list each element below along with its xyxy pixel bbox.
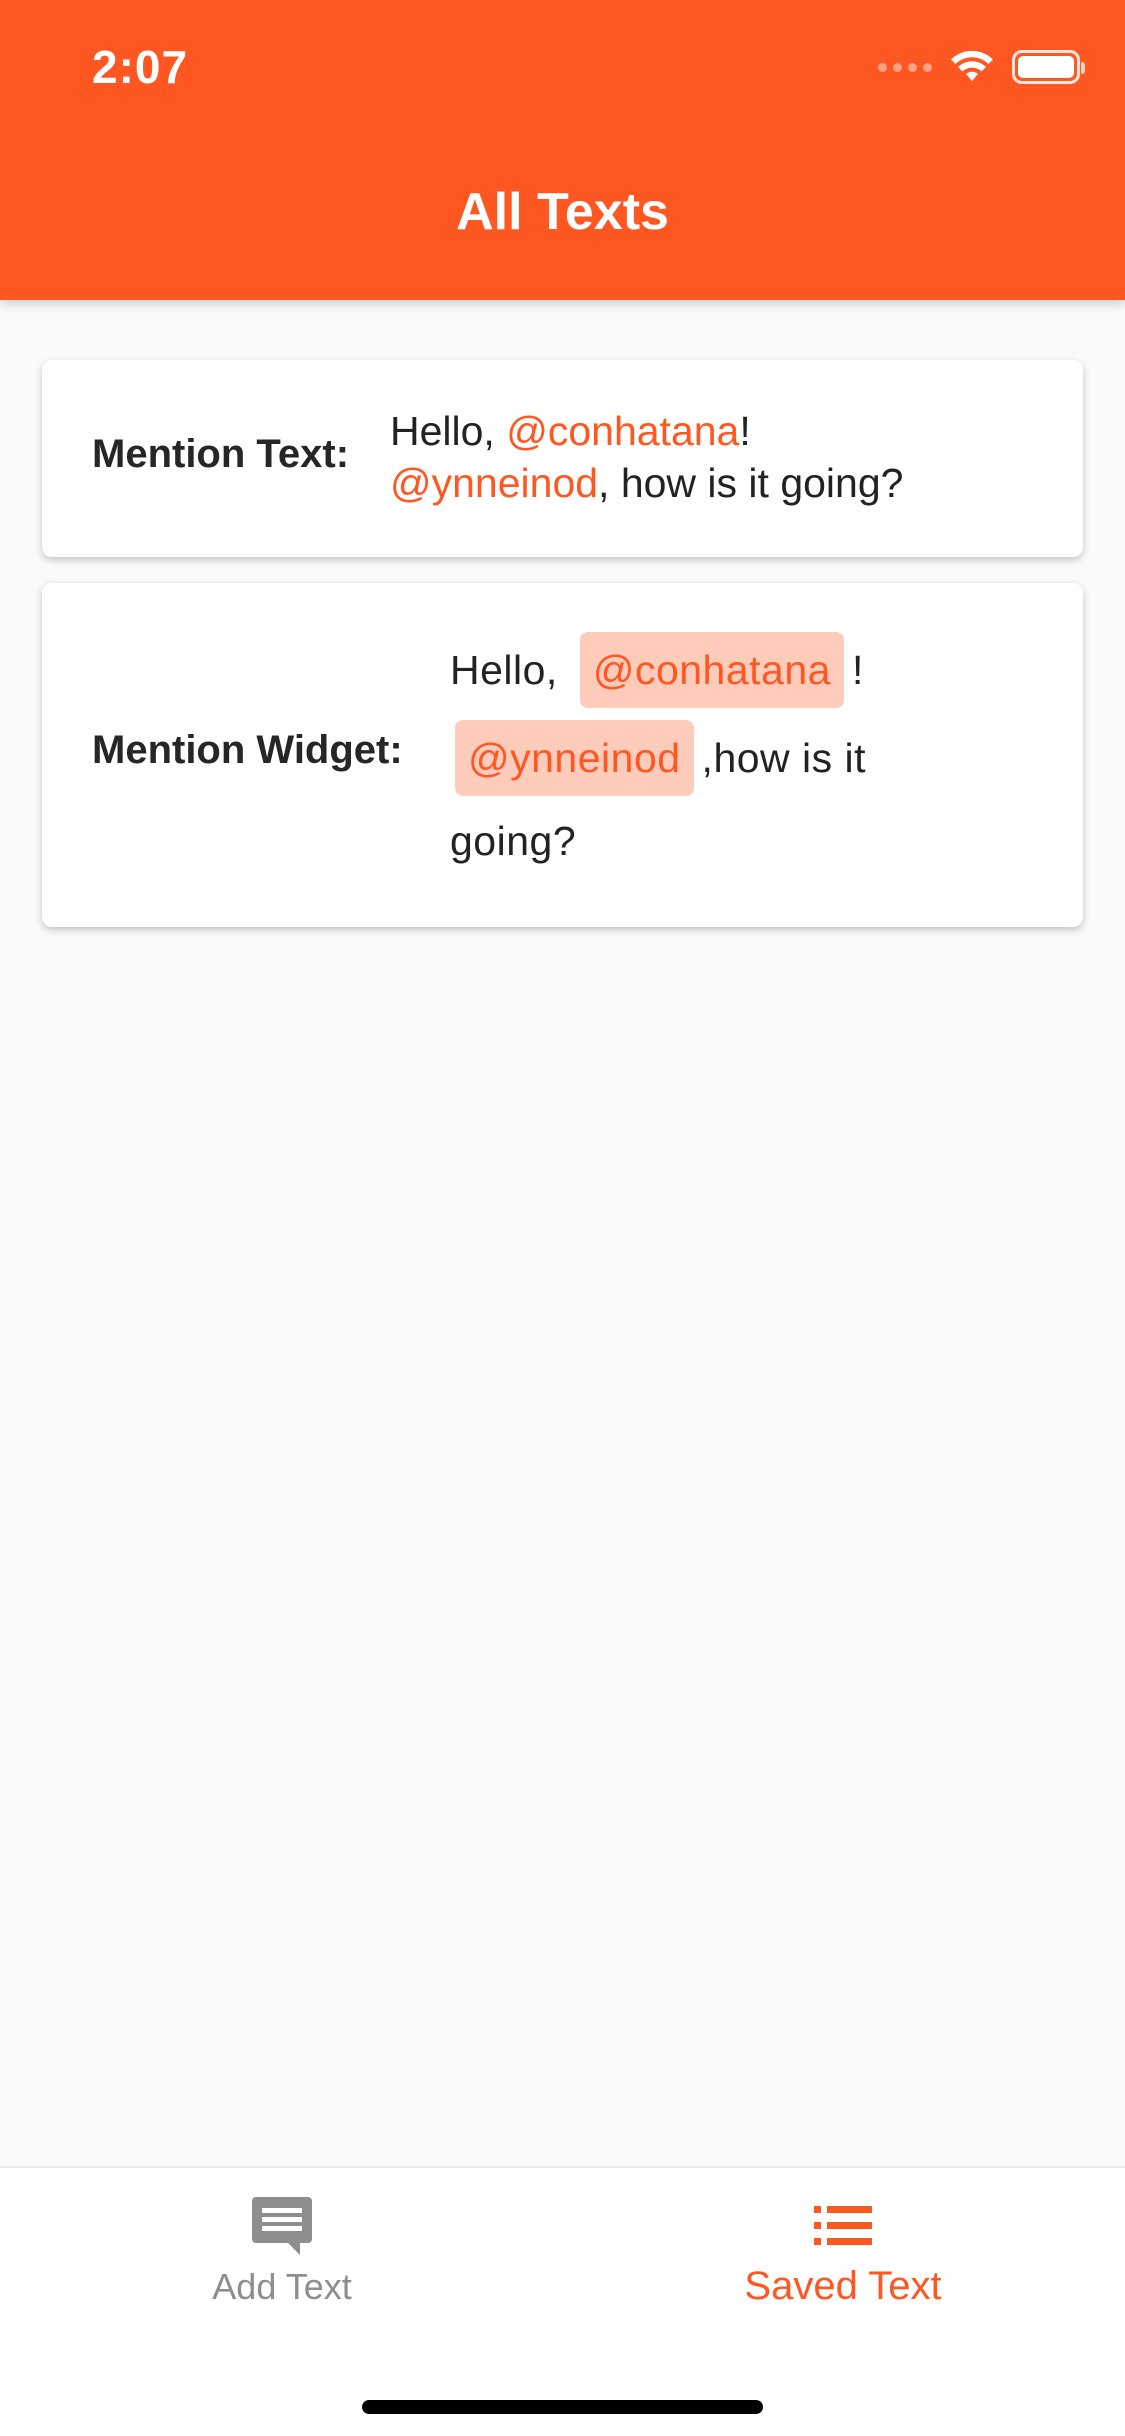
greeting-text: Hello, <box>390 408 507 454</box>
mention-widget-card: Mention Widget: Hello, @conhatana ! @ynn… <box>42 583 1083 927</box>
mention-link[interactable]: @ynneinod <box>390 460 598 506</box>
bottom-navigation-bar: Add Text Saved Text <box>0 2166 1125 2436</box>
mention-chip[interactable]: @ynneinod <box>455 720 694 796</box>
home-indicator[interactable] <box>362 2400 763 2414</box>
mention-text-content: Hello, @conhatana! @ynneinod, how is it … <box>390 405 1070 509</box>
status-time: 2:07 <box>92 41 189 93</box>
cellular-signal-icon <box>878 62 932 72</box>
punctuation-text: ! <box>851 646 864 693</box>
nav-item-saved-text[interactable]: Saved Text <box>693 2194 993 2309</box>
status-icons <box>878 50 1085 84</box>
mention-widget-line: Hello, @conhatana ! <box>450 632 864 708</box>
punctuation-text: ! <box>739 408 751 454</box>
app-header: 2:07 All Texts <box>0 0 1125 300</box>
battery-icon <box>1012 50 1085 84</box>
message-text: going? <box>450 817 577 864</box>
mention-widget-label: Mention Widget: <box>92 728 403 772</box>
mention-text-label: Mention Text: <box>92 432 350 476</box>
mention-text-card: Mention Text: Hello, @conhatana! @ynnein… <box>42 360 1083 557</box>
mention-link[interactable]: @conhatana <box>506 408 739 454</box>
mention-widget-line: @ynneinod ,how is it <box>455 720 866 796</box>
message-text: , how is it going? <box>598 460 904 506</box>
list-icon <box>814 2194 872 2258</box>
message-text: ,how is it <box>701 734 867 781</box>
nav-label-saved-text: Saved Text <box>744 2264 942 2308</box>
mention-widget-line: going? <box>450 803 576 879</box>
greeting-text: Hello, <box>450 646 558 693</box>
mention-chip[interactable]: @conhatana <box>579 632 844 708</box>
nav-item-add-text[interactable]: Add Text <box>132 2194 432 2308</box>
message-icon <box>250 2194 314 2258</box>
nav-label-add-text: Add Text <box>212 2266 352 2307</box>
page-title: All Texts <box>456 183 669 241</box>
wifi-icon <box>951 50 993 81</box>
